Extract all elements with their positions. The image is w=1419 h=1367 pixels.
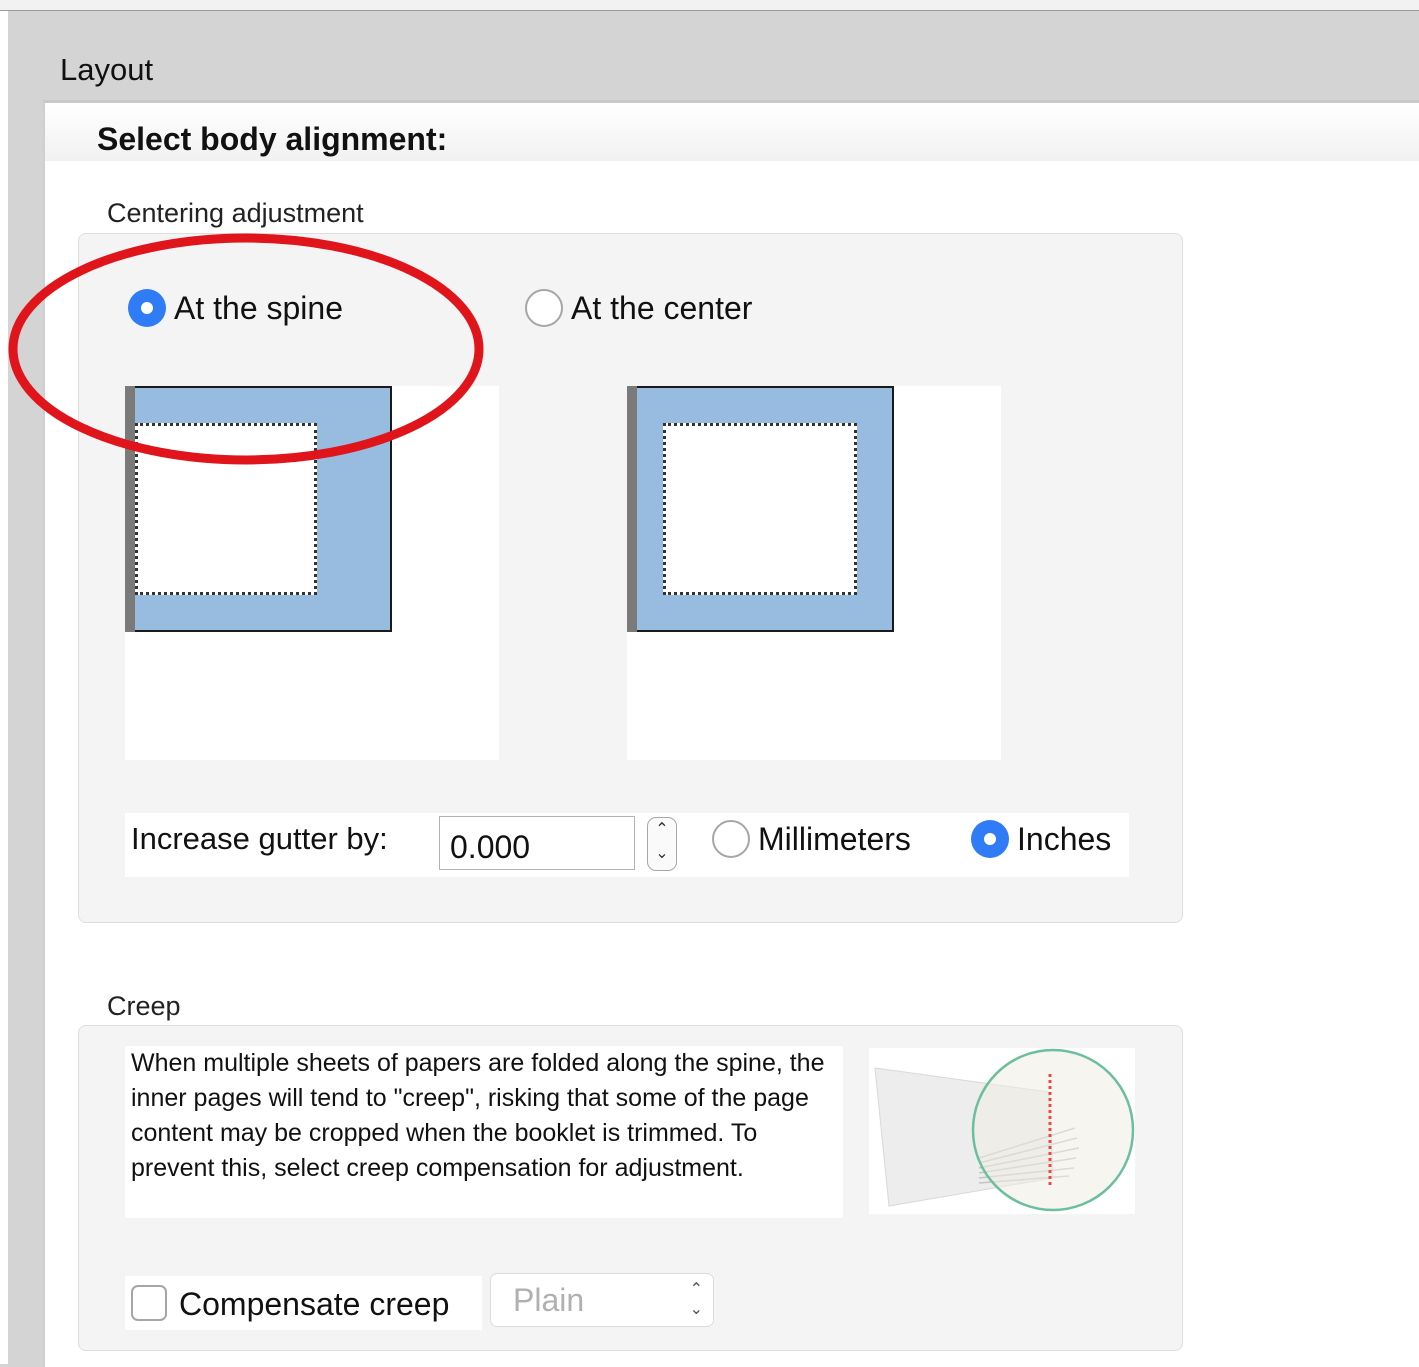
radio-selected-indicator	[128, 289, 166, 327]
content-area	[135, 423, 317, 595]
radio-unselected-indicator	[525, 289, 563, 327]
creep-group-label: Creep	[107, 991, 181, 1021]
radio-label-center: At the center	[571, 289, 753, 326]
radio-at-the-spine[interactable]: At the spine	[128, 289, 343, 327]
folded-sheets-icon	[874, 1048, 1135, 1212]
radio-selected-indicator	[971, 820, 1009, 858]
window-left-edge	[0, 11, 8, 1364]
radio-inches[interactable]: Inches	[971, 820, 1111, 858]
radio-label-spine: At the spine	[174, 289, 343, 326]
gutter-row: Increase gutter by: 0.000 ⌃ ⌄ Millimeter…	[125, 813, 1129, 877]
updown-chevron-icon: ⌃ ⌄	[689, 1281, 703, 1318]
page-title: Select body alignment:	[97, 121, 448, 157]
gutter-input[interactable]: 0.000	[439, 816, 635, 870]
window-title: Layout	[60, 52, 154, 87]
center-alignment-preview	[627, 386, 1001, 760]
radio-label-inches: Inches	[1017, 820, 1112, 857]
compensate-creep-checkbox[interactable]	[131, 1285, 167, 1321]
centering-group-label: Centering adjustment	[107, 198, 364, 228]
creep-description: When multiple sheets of papers are folde…	[125, 1046, 843, 1218]
chevron-up-icon[interactable]: ⌃	[648, 818, 676, 842]
radio-unselected-indicator	[712, 820, 750, 858]
creep-illustration	[869, 1048, 1135, 1214]
spine-bar	[125, 386, 135, 632]
spine-alignment-preview	[125, 386, 499, 760]
content-area	[663, 423, 857, 595]
gutter-label: Increase gutter by:	[131, 821, 388, 856]
spine-bar	[627, 386, 637, 632]
chevron-down-icon[interactable]: ⌄	[648, 842, 676, 866]
radio-at-the-center[interactable]: At the center	[525, 289, 752, 327]
creep-mode-value: Plain	[513, 1282, 585, 1318]
compensate-creep-label: Compensate creep	[179, 1286, 450, 1322]
heading-band: Select body alignment:	[45, 103, 1419, 161]
window-top-edge	[0, 0, 1419, 11]
gutter-stepper[interactable]: ⌃ ⌄	[647, 817, 677, 871]
radio-millimeters[interactable]: Millimeters	[712, 820, 911, 858]
creep-mode-select[interactable]: Plain ⌃ ⌄	[490, 1273, 714, 1327]
compensate-creep-row[interactable]: Compensate creep	[125, 1276, 482, 1330]
radio-label-millimeters: Millimeters	[758, 820, 911, 857]
